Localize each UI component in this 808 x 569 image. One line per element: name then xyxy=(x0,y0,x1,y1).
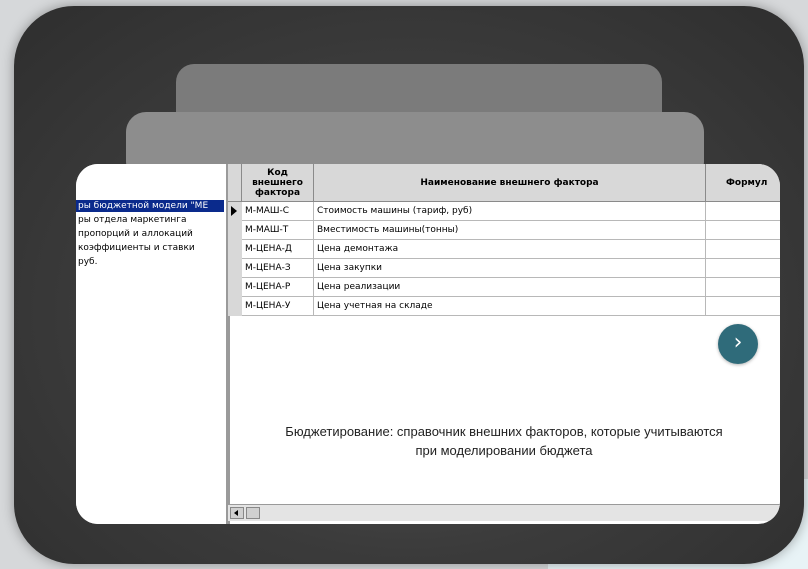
tree-item[interactable]: руб. xyxy=(76,256,97,268)
column-header-name[interactable]: Наименование внешнего фактора xyxy=(314,164,706,202)
column-header-code[interactable]: Код внешнего фактора xyxy=(242,164,314,202)
cell-formula[interactable] xyxy=(706,240,780,258)
table-row[interactable]: М-ЦЕНА-Д Цена демонтажа xyxy=(242,240,780,259)
horizontal-scrollbar[interactable] xyxy=(228,504,780,521)
tree-item[interactable]: ры бюджетной модели "МЕ xyxy=(76,200,224,212)
cell-formula[interactable] xyxy=(706,297,780,315)
cell-formula[interactable] xyxy=(706,221,780,239)
cell-name[interactable]: Цена демонтажа xyxy=(314,240,706,258)
table-row[interactable]: М-МАШ-Т Вместимость машины(тонны) xyxy=(242,221,780,240)
column-header-formula[interactable]: Формул xyxy=(706,164,780,202)
table-row[interactable]: М-ЦЕНА-З Цена закупки xyxy=(242,259,780,278)
slide-frame: ры бюджетной модели "МЕ ры отдела маркет… xyxy=(14,6,804,564)
caption-line-1: Бюджетирование: справочник внешних факто… xyxy=(285,424,723,439)
current-row-pointer-icon xyxy=(231,206,237,216)
cell-code[interactable]: М-ЦЕНА-З xyxy=(242,259,314,277)
table-row[interactable]: М-МАШ-С Стоимость машины (тариф, руб) xyxy=(242,202,780,221)
cell-code[interactable]: М-ЦЕНА-У xyxy=(242,297,314,315)
cell-name[interactable]: Цена реализации xyxy=(314,278,706,296)
tree-item[interactable]: пропорций и аллокаций xyxy=(76,228,193,240)
cell-formula[interactable] xyxy=(706,202,780,220)
next-slide-button[interactable]: › xyxy=(718,324,758,364)
scroll-left-arrow-icon[interactable] xyxy=(230,507,244,519)
screenshot-card: ры бюджетной модели "МЕ ры отдела маркет… xyxy=(76,164,780,524)
cell-code[interactable]: М-ЦЕНА-Р xyxy=(242,278,314,296)
row-selector-column xyxy=(228,202,243,316)
cell-formula[interactable] xyxy=(706,278,780,296)
cell-formula[interactable] xyxy=(706,259,780,277)
tree-item[interactable]: коэффициенты и ставки xyxy=(76,242,195,254)
tree-item[interactable]: ры отдела маркетинга xyxy=(76,214,187,226)
header-corner xyxy=(228,164,242,202)
cell-code[interactable]: М-МАШ-С xyxy=(242,202,314,220)
cell-name[interactable]: Цена учетная на складе xyxy=(314,297,706,315)
cell-name[interactable]: Вместимость машины(тонны) xyxy=(314,221,706,239)
tree-panel: ры бюджетной модели "МЕ ры отдела маркет… xyxy=(76,164,228,524)
cell-code[interactable]: М-ЦЕНА-Д xyxy=(242,240,314,258)
grid-left-border xyxy=(228,316,230,524)
scroll-thumb[interactable] xyxy=(246,507,260,519)
slide-caption: Бюджетирование: справочник внешних факто… xyxy=(244,422,764,460)
table-row[interactable]: М-ЦЕНА-Р Цена реализации xyxy=(242,278,780,297)
cell-name[interactable]: Цена закупки xyxy=(314,259,706,277)
cell-name[interactable]: Стоимость машины (тариф, руб) xyxy=(314,202,706,220)
table-row[interactable]: М-ЦЕНА-У Цена учетная на складе xyxy=(242,297,780,316)
chevron-right-icon: › xyxy=(733,330,743,355)
caption-line-2: при моделировании бюджета xyxy=(415,443,593,458)
cell-code[interactable]: М-МАШ-Т xyxy=(242,221,314,239)
factors-grid: Код внешнего фактора Наименование внешне… xyxy=(228,164,780,316)
